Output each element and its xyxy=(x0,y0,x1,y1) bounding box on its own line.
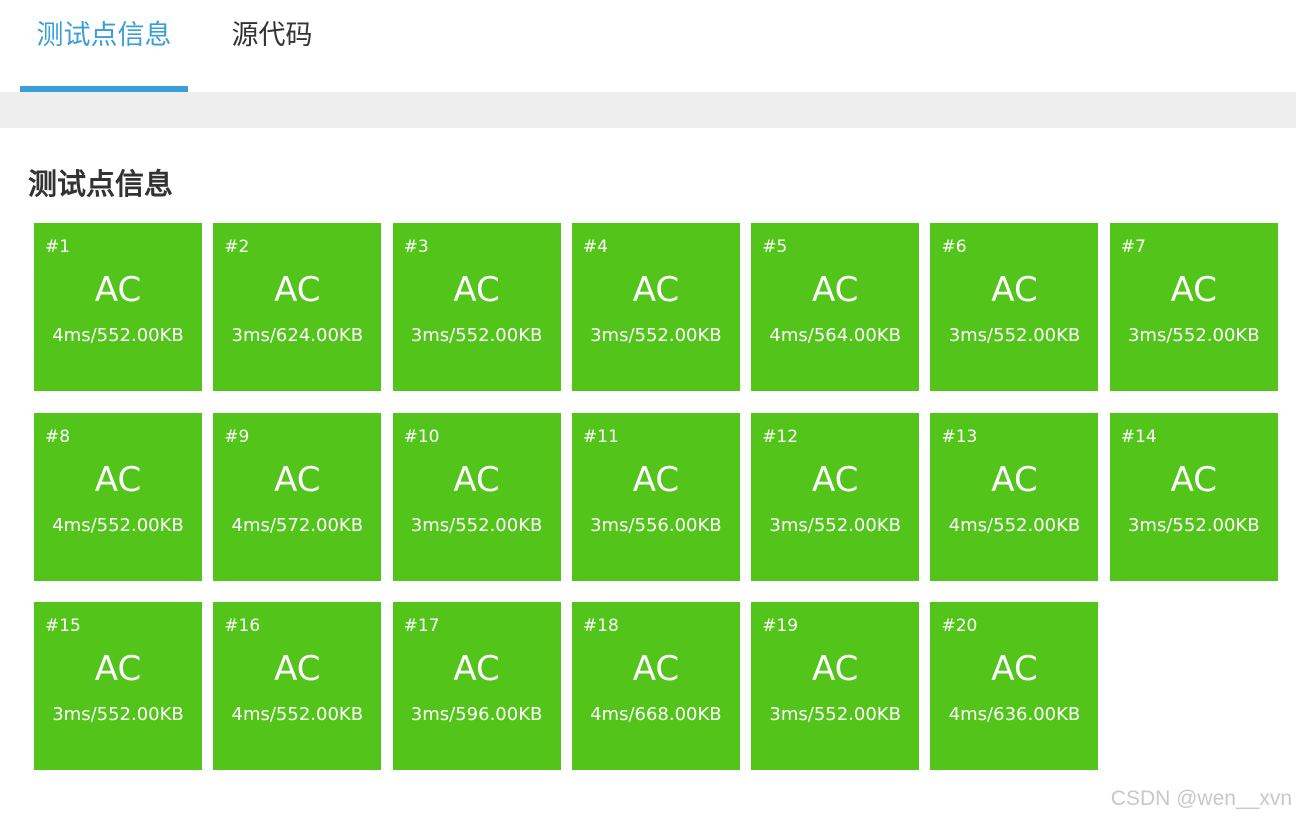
test-case-status: AC xyxy=(991,270,1038,310)
test-case-time-memory: 3ms/552.00KB xyxy=(948,325,1081,346)
section-title: 测试点信息 xyxy=(28,167,174,201)
test-case-number: #7 xyxy=(1120,237,1146,257)
tab-test-points[interactable]: 测试点信息 xyxy=(20,0,188,92)
test-case-tile[interactable]: #19 AC 3ms/552.00KB xyxy=(751,602,920,770)
test-case-status: AC xyxy=(274,270,321,310)
test-case-tile[interactable]: #15 AC 3ms/552.00KB xyxy=(34,602,202,770)
test-case-time-memory: 3ms/552.00KB xyxy=(1127,514,1260,536)
test-case-tile[interactable]: #5 AC 4ms/564.00KB xyxy=(751,223,920,391)
test-case-number: #1 xyxy=(45,237,71,257)
test-case-number: #9 xyxy=(224,426,250,447)
test-case-time-memory: 3ms/552.00KB xyxy=(410,325,543,346)
test-case-number: #12 xyxy=(762,426,799,447)
test-case-time-memory: 4ms/572.00KB xyxy=(231,514,364,536)
test-case-status: AC xyxy=(94,649,142,689)
test-case-status: AC xyxy=(632,270,680,310)
test-case-tile[interactable]: #8 AC 4ms/552.00KB xyxy=(34,412,202,581)
test-case-tile[interactable]: #16 AC 4ms/552.00KB xyxy=(213,602,382,770)
test-case-time-memory: 3ms/556.00KB xyxy=(590,514,722,536)
divider-band xyxy=(0,92,1296,128)
test-case-status: AC xyxy=(453,270,500,310)
test-case-tile[interactable]: #11 AC 3ms/556.00KB xyxy=(571,412,740,581)
test-case-grid: #1 AC 4ms/552.00KB #2 AC 3ms/624.00KB #3 AC 3ms/… xyxy=(34,223,1284,770)
test-case-status: AC xyxy=(274,459,321,500)
test-case-status: AC xyxy=(811,459,859,500)
test-case-tile[interactable]: #4 AC 3ms/552.00KB xyxy=(571,223,740,391)
test-case-number: #11 xyxy=(582,426,619,447)
test-case-number: #13 xyxy=(941,426,978,447)
test-case-time-memory: 4ms/552.00KB xyxy=(52,514,184,536)
test-case-status: AC xyxy=(1170,270,1217,310)
test-case-time-memory: 4ms/552.00KB xyxy=(948,514,1081,536)
test-case-tile[interactable]: #18 AC 4ms/668.00KB xyxy=(571,602,740,770)
test-case-tile[interactable]: #10 AC 3ms/552.00KB xyxy=(392,412,561,581)
test-case-status: AC xyxy=(811,649,859,689)
test-case-status: AC xyxy=(453,649,500,689)
test-case-tile[interactable]: #20 AC 4ms/636.00KB xyxy=(930,602,1099,770)
test-case-number: #3 xyxy=(403,237,429,257)
watermark: CSDN @wen__xvn xyxy=(1110,787,1292,810)
test-case-time-memory: 4ms/668.00KB xyxy=(590,704,722,725)
test-case-number: #18 xyxy=(582,616,619,636)
test-case-time-memory: 3ms/552.00KB xyxy=(590,325,722,346)
test-case-status: AC xyxy=(991,459,1038,500)
test-case-tile[interactable]: #12 AC 3ms/552.00KB xyxy=(751,412,920,581)
tab-bar: 测试点信息 源代码 xyxy=(0,0,1296,92)
test-case-number: #8 xyxy=(45,426,71,447)
test-case-tile[interactable]: #17 AC 3ms/596.00KB xyxy=(392,602,561,770)
test-case-time-memory: 4ms/552.00KB xyxy=(231,704,364,725)
test-case-number: #20 xyxy=(941,616,978,636)
test-case-status: AC xyxy=(811,270,859,310)
test-case-time-memory: 3ms/552.00KB xyxy=(1127,325,1260,346)
test-case-time-memory: 3ms/552.00KB xyxy=(52,704,184,725)
test-case-time-memory: 4ms/552.00KB xyxy=(52,325,184,346)
test-case-tile[interactable]: #14 AC 3ms/552.00KB xyxy=(1109,412,1278,581)
test-case-status: AC xyxy=(1170,459,1217,500)
test-case-number: #16 xyxy=(224,616,261,636)
test-case-status: AC xyxy=(94,270,142,310)
test-case-status: AC xyxy=(453,459,500,500)
test-case-number: #15 xyxy=(45,616,81,636)
test-case-number: #17 xyxy=(403,616,440,636)
test-case-time-memory: 3ms/596.00KB xyxy=(410,704,543,725)
test-case-number: #2 xyxy=(224,237,250,257)
test-case-time-memory: 3ms/624.00KB xyxy=(231,325,364,346)
test-case-tile[interactable]: #9 AC 4ms/572.00KB xyxy=(213,412,382,581)
tab-source-code[interactable]: 源代码 xyxy=(208,0,336,92)
test-case-number: #19 xyxy=(762,616,799,636)
test-case-tile[interactable]: #13 AC 4ms/552.00KB xyxy=(930,412,1099,581)
test-case-number: #14 xyxy=(1120,426,1157,447)
test-case-number: #5 xyxy=(762,237,788,257)
test-case-time-memory: 4ms/636.00KB xyxy=(948,704,1081,725)
test-case-number: #6 xyxy=(941,237,967,257)
test-case-tile[interactable]: #7 AC 3ms/552.00KB xyxy=(1109,223,1278,391)
test-case-status: AC xyxy=(632,649,680,689)
test-case-status: AC xyxy=(274,649,321,689)
test-case-status: AC xyxy=(991,649,1038,689)
test-case-time-memory: 3ms/552.00KB xyxy=(410,514,543,536)
test-case-time-memory: 3ms/552.00KB xyxy=(769,514,901,536)
test-case-status: AC xyxy=(632,459,680,500)
test-case-time-memory: 4ms/564.00KB xyxy=(769,325,901,346)
test-case-tile[interactable]: #2 AC 3ms/624.00KB xyxy=(213,223,382,391)
test-case-number: #10 xyxy=(403,426,440,447)
test-case-status: AC xyxy=(94,459,142,500)
test-case-tile[interactable]: #3 AC 3ms/552.00KB xyxy=(392,223,561,391)
test-case-number: #4 xyxy=(582,237,608,257)
test-case-tile[interactable]: #6 AC 3ms/552.00KB xyxy=(930,223,1099,391)
test-case-tile[interactable]: #1 AC 4ms/552.00KB xyxy=(34,223,202,391)
test-case-time-memory: 3ms/552.00KB xyxy=(769,704,901,725)
